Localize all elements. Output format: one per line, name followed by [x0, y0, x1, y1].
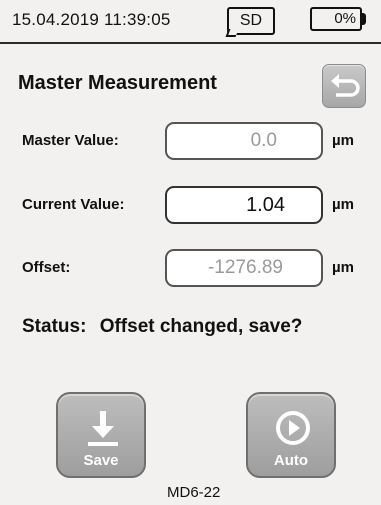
device-model-label: MD6-22: [167, 484, 221, 501]
current-value-unit: µm: [332, 196, 354, 213]
auto-button-label: Auto: [273, 452, 309, 469]
status-label: Status:: [22, 316, 87, 337]
page-title: Master Measurement: [18, 72, 217, 94]
offset-unit: µm: [332, 259, 354, 276]
download-arrow-icon: [88, 411, 118, 446]
status-bar: 15.04.2019 11:39:05 SD 0%: [0, 0, 381, 44]
back-arrow-icon: [331, 74, 360, 97]
current-value-label: Current Value:: [22, 196, 125, 213]
master-value-label: Master Value:: [22, 132, 119, 149]
device-screen: 15.04.2019 11:39:05 SD 0% Master Measure…: [0, 0, 381, 505]
datetime-display: 15.04.2019 11:39:05: [12, 10, 171, 29]
save-button[interactable]: Save: [56, 392, 146, 478]
battery-indicator: 0%: [310, 7, 362, 31]
status-line: Status: Offset changed, save?: [22, 316, 302, 338]
play-circle-icon: [276, 411, 310, 445]
sd-card-indicator: SD: [227, 7, 275, 35]
master-value-unit: µm: [332, 132, 354, 149]
battery-tip-icon: [361, 13, 366, 25]
master-value-field[interactable]: 0.0: [165, 122, 323, 160]
save-button-label: Save: [83, 452, 119, 469]
status-message: Offset changed, save?: [99, 316, 303, 337]
back-button[interactable]: [322, 64, 366, 108]
current-value-field: 1.04: [165, 186, 323, 224]
offset-label: Offset:: [22, 259, 71, 276]
offset-field[interactable]: -1276.89: [165, 249, 323, 287]
auto-button[interactable]: Auto: [246, 392, 336, 478]
